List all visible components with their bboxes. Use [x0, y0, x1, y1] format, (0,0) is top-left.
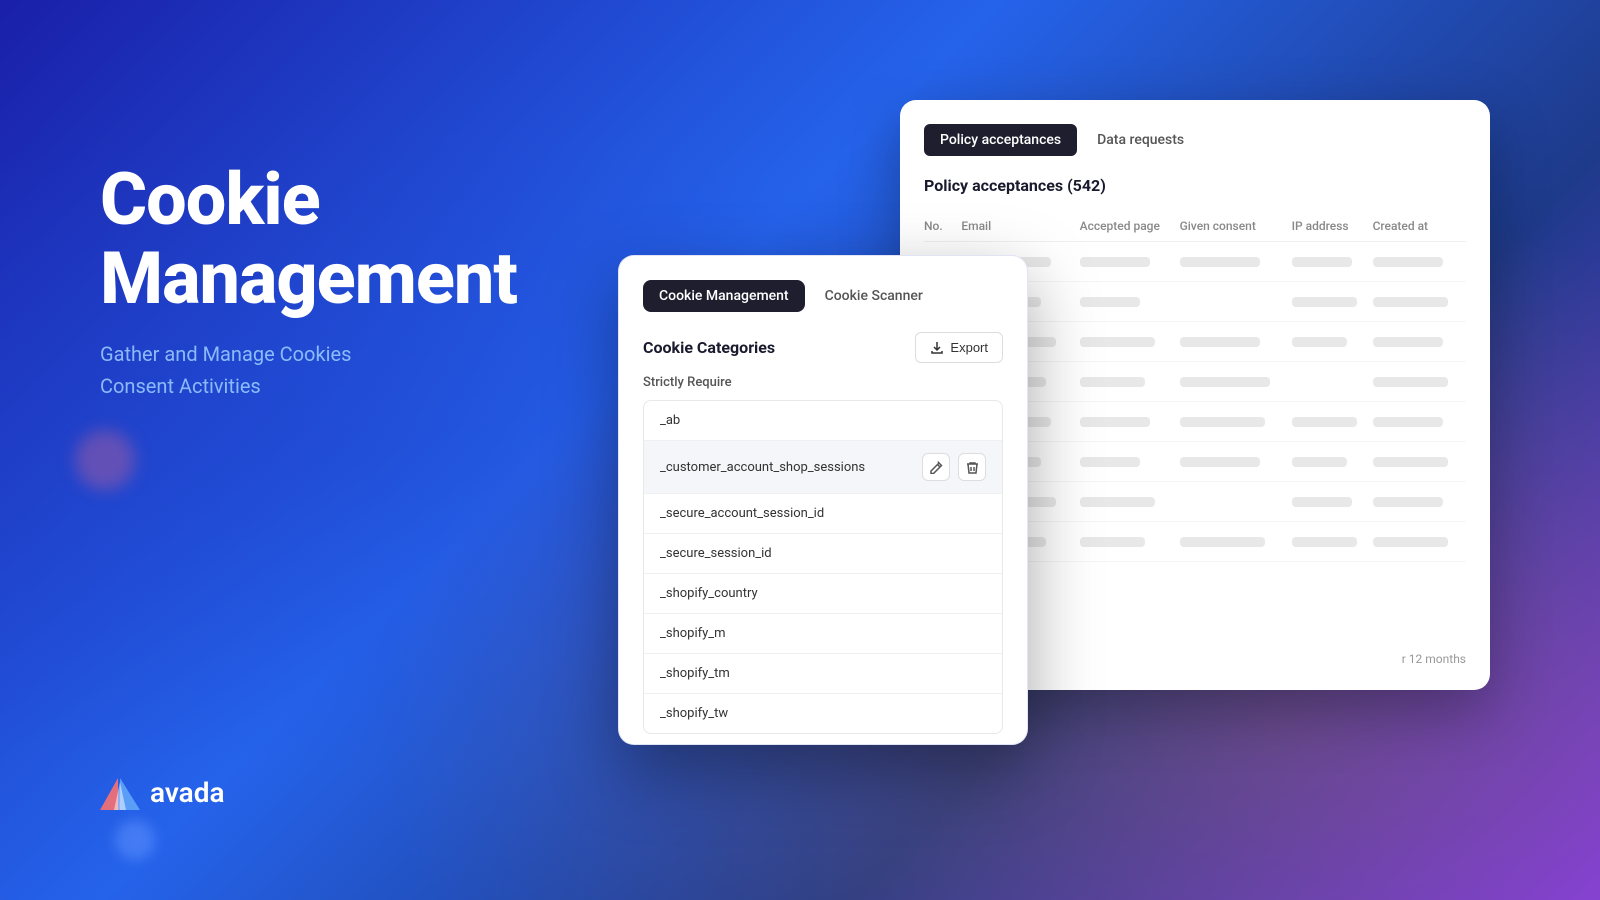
policy-footer: r 12 months: [1402, 652, 1466, 666]
cookie-name: _secure_account_session_id: [660, 506, 824, 521]
export-button[interactable]: Export: [915, 332, 1003, 363]
decorative-circle-2: [115, 820, 155, 860]
tab-policy-acceptances[interactable]: Policy acceptances: [924, 124, 1077, 156]
avada-logo: avada: [100, 774, 225, 810]
left-panel: Cookie Management Gather and Manage Cook…: [100, 160, 517, 402]
col-accepted-page: Accepted page: [1080, 211, 1180, 242]
cookie-tabs: Cookie Management Cookie Scanner: [643, 280, 1003, 312]
cookie-name: _secure_session_id: [660, 546, 772, 561]
policy-tabs: Policy acceptances Data requests: [924, 124, 1466, 156]
cookie-actions: [922, 453, 986, 481]
cookie-item[interactable]: _shopify_country: [644, 574, 1002, 614]
decorative-circle-1: [75, 430, 135, 490]
cookie-item[interactable]: _customer_account_shop_sessions: [644, 441, 1002, 494]
col-no: No.: [924, 211, 961, 242]
cookie-item[interactable]: _ab: [644, 401, 1002, 441]
cookie-item[interactable]: _secure_session_id: [644, 534, 1002, 574]
subtitle: Gather and Manage Cookies Consent Activi…: [100, 338, 517, 402]
tab-cookie-management[interactable]: Cookie Management: [643, 280, 805, 312]
main-title: Cookie Management: [100, 160, 517, 318]
cookie-header-row: Cookie Categories Export: [643, 332, 1003, 363]
cookie-item[interactable]: _shopify_tw: [644, 694, 1002, 733]
cookie-name: _ab: [660, 413, 680, 428]
col-created-at: Created at: [1373, 211, 1466, 242]
tab-data-requests[interactable]: Data requests: [1081, 124, 1200, 156]
avada-logo-icon: [100, 774, 140, 810]
cookie-name: _shopify_country: [660, 586, 758, 601]
cookie-list: _ab _customer_account_shop_sessions _sec…: [643, 400, 1003, 734]
edit-icon-button[interactable]: [922, 453, 950, 481]
cookie-item[interactable]: _shopify_m: [644, 614, 1002, 654]
cookie-name: _shopify_tw: [660, 706, 728, 721]
col-email: Email: [961, 211, 1079, 242]
cookie-name: _shopify_tm: [660, 666, 730, 681]
cookie-item[interactable]: _shopify_tm: [644, 654, 1002, 694]
cookie-section-title: Cookie Categories: [643, 338, 775, 357]
cookie-management-card: Cookie Management Cookie Scanner Cookie …: [618, 255, 1028, 745]
policy-section-title: Policy acceptances (542): [924, 176, 1466, 195]
category-label: Strictly Require: [643, 375, 1003, 390]
delete-icon-button[interactable]: [958, 453, 986, 481]
export-icon: [930, 341, 944, 355]
cookie-item[interactable]: _secure_account_session_id: [644, 494, 1002, 534]
col-ip-address: IP address: [1292, 211, 1373, 242]
tab-cookie-scanner[interactable]: Cookie Scanner: [809, 280, 939, 312]
avada-logo-text: avada: [150, 776, 225, 809]
col-given-consent: Given consent: [1180, 211, 1292, 242]
cookie-name: _shopify_m: [660, 626, 726, 641]
cookie-name: _customer_account_shop_sessions: [660, 460, 865, 475]
